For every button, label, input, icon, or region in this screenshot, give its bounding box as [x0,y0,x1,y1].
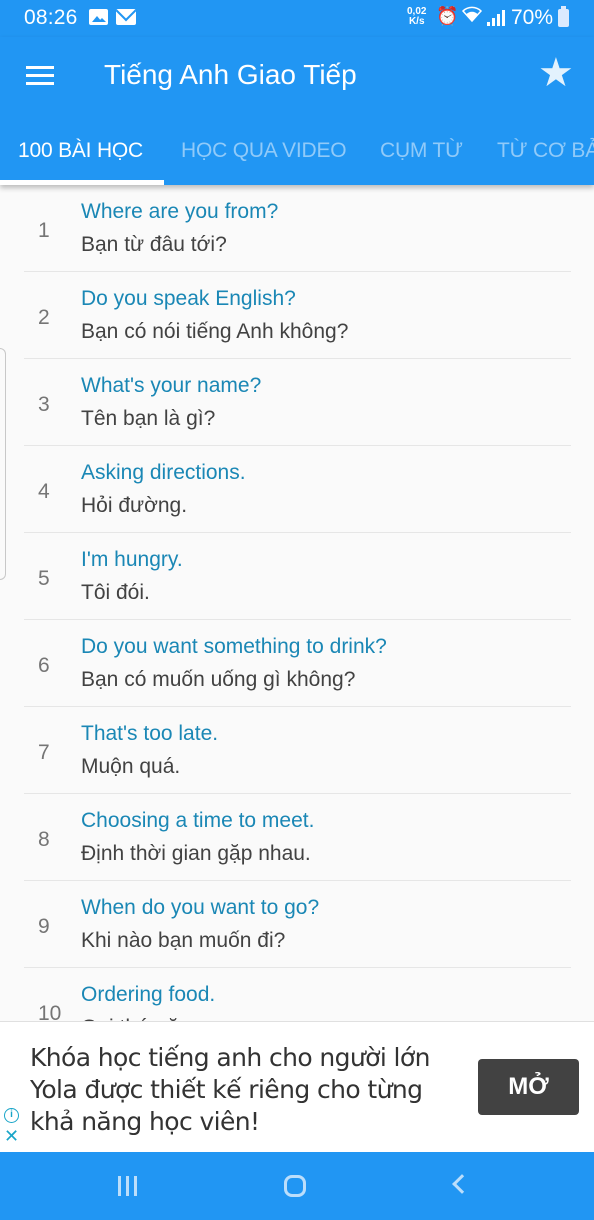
hamburger-menu-icon[interactable] [26,66,54,86]
mail-icon [116,9,136,25]
tab-indicator [0,180,164,185]
network-speed: 0,02 K/s [407,7,426,27]
lesson-english: What's your name? [81,374,262,397]
lesson-number: 1 [38,219,50,242]
lesson-vietnamese: Khi nào bạn muốn đi? [81,929,286,952]
system-nav-bar [0,1152,594,1220]
list-item[interactable]: 9 When do you want to go? Khi nào bạn mu… [0,881,594,968]
tab-cum-tu[interactable]: CỤM TỪ [380,139,463,163]
network-speed-unit: K/s [408,16,425,27]
lesson-vietnamese: Bạn có nói tiếng Anh không? [81,320,349,343]
lesson-english: Ordering food. [81,983,216,1006]
lesson-english: Asking directions. [81,461,246,484]
home-icon[interactable] [284,1175,306,1197]
signal-icon [487,10,507,26]
ad-text[interactable]: Khóa học tiếng anh cho người lớn Yola đư… [30,1042,460,1138]
lesson-vietnamese: Bạn có muốn uống gì không? [81,668,356,691]
lesson-number: 7 [38,741,50,764]
wifi-icon [461,5,483,28]
list-item[interactable]: 4 Asking directions. Hỏi đường. [0,446,594,533]
battery-percent: 70% [511,6,554,29]
lesson-english: Do you speak English? [81,287,296,310]
list-item[interactable]: 8 Choosing a time to meet. Định thời gia… [0,794,594,881]
lesson-list[interactable]: 1 Where are you from? Bạn từ đâu tới? 2 … [0,185,594,1021]
list-item[interactable]: 2 Do you speak English? Bạn có nói tiếng… [0,272,594,359]
recent-apps-icon[interactable] [118,1176,140,1196]
lesson-vietnamese: Muộn quá. [81,755,181,778]
lesson-vietnamese: Tên bạn là gì? [81,407,216,430]
list-item[interactable]: 3 What's your name? Tên bạn là gì? [0,359,594,446]
ad-banner[interactable]: Khóa học tiếng anh cho người lớn Yola đư… [0,1021,594,1152]
status-bar: 08:26 0,02 K/s ⏰ 70% [0,0,594,37]
star-icon[interactable]: ★ [538,53,574,93]
app-title: Tiếng Anh Giao Tiếp [104,59,357,90]
tab-100-bai-hoc[interactable]: 100 BÀI HỌC [18,139,143,163]
tab-hoc-qua-video[interactable]: HỌC QUA VIDEO [181,139,347,163]
lesson-number: 9 [38,915,50,938]
lesson-number: 8 [38,828,50,851]
status-time: 08:26 [24,6,78,29]
edge-panel-handle[interactable] [0,348,6,580]
battery-icon [558,6,569,27]
lesson-number: 6 [38,654,50,677]
lesson-vietnamese: Hỏi đường. [81,494,188,517]
list-item[interactable]: 7 That's too late. Muộn quá. [0,707,594,794]
lesson-number: 4 [38,480,50,503]
ad-close-icon[interactable]: ✕ [4,1126,19,1146]
lesson-number: 10 [38,1002,62,1021]
lesson-vietnamese: Tôi đói. [81,581,150,604]
lesson-english: That's too late. [81,722,219,745]
tab-bar: 100 BÀI HỌC HỌC QUA VIDEO CỤM TỪ TỪ CƠ B… [0,135,594,185]
lesson-number: 2 [38,306,50,329]
gallery-icon [89,9,108,25]
lesson-english: Choosing a time to meet. [81,809,315,832]
lesson-number: 5 [38,567,50,590]
lesson-english: I'm hungry. [81,548,183,571]
lesson-english: When do you want to go? [81,896,320,919]
back-icon[interactable] [452,1174,472,1194]
list-item[interactable]: 1 Where are you from? Bạn từ đâu tới? [0,185,594,272]
tab-tu-co-ban[interactable]: TỪ CƠ BẢN [497,139,594,163]
lesson-number: 3 [38,393,50,416]
list-item[interactable]: 6 Do you want something to drink? Bạn có… [0,620,594,707]
ad-info-icon[interactable]: i [4,1108,19,1123]
lesson-english: Where are you from? [81,200,279,223]
alarm-icon: ⏰ [436,6,459,26]
ad-open-button[interactable]: MỞ [478,1059,579,1115]
lesson-vietnamese: Bạn từ đâu tới? [81,233,227,256]
list-item[interactable]: 5 I'm hungry. Tôi đói. [0,533,594,620]
lesson-vietnamese: Định thời gian gặp nhau. [81,842,311,865]
lesson-english: Do you want something to drink? [81,635,387,658]
app-bar: Tiếng Anh Giao Tiếp ★ 100 BÀI HỌC HỌC QU… [0,37,594,185]
list-item[interactable]: 10 Ordering food. Gọi thức ăn. [0,968,594,1021]
